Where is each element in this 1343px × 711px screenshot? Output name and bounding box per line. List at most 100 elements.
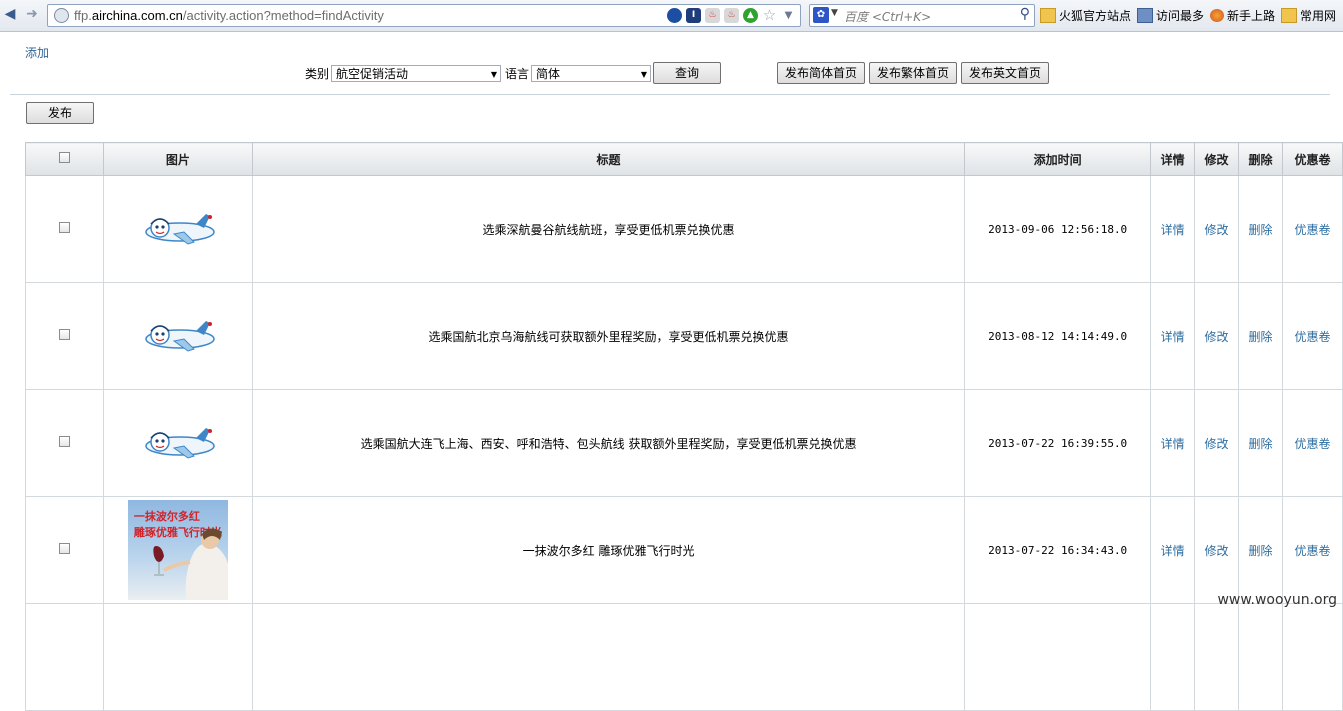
delete-link[interactable]: 删除 bbox=[1249, 223, 1273, 237]
select-all-checkbox[interactable] bbox=[58, 152, 70, 163]
table-row: 一抹波尔多红 雕琢优雅飞行时光 一抹波尔多红 雕琢优雅飞行时光 2013-07-… bbox=[25, 496, 1343, 604]
header-delete: 删除 bbox=[1238, 142, 1283, 176]
bookmark-getting-started[interactable]: 新手上路 bbox=[1210, 7, 1275, 24]
row-time: 2013-07-22 16:39:55.0 bbox=[964, 389, 1152, 497]
wine-poster-image: 一抹波尔多红 雕琢优雅飞行时光 bbox=[127, 500, 228, 600]
bookmark-most-visited[interactable]: 访问最多 bbox=[1137, 7, 1204, 24]
search-icon[interactable]: ⚲ bbox=[1020, 6, 1030, 22]
row-checkbox[interactable] bbox=[58, 222, 70, 233]
row-time: 2013-08-12 14:14:49.0 bbox=[964, 282, 1152, 390]
url-host: airchina.com.cn bbox=[91, 8, 183, 23]
coupon-link[interactable]: 优惠卷 bbox=[1294, 330, 1330, 344]
row-checkbox[interactable] bbox=[58, 543, 70, 554]
bookmarks-bar: 火狐官方站点 访问最多 新手上路 常用网 bbox=[1040, 6, 1336, 24]
coupon-link[interactable]: 优惠卷 bbox=[1294, 544, 1330, 558]
search-bar[interactable]: ✿ ▼ 百度 <Ctrl+K> ⚲ bbox=[809, 4, 1035, 27]
browser-toolbar: ◀ ➜ ffp.airchina.com.cn/activity.action?… bbox=[0, 0, 1343, 32]
details-link[interactable]: 详情 bbox=[1161, 330, 1185, 344]
delete-link[interactable]: 删除 bbox=[1249, 330, 1273, 344]
publish-traditional-button[interactable]: 发布繁体首页 bbox=[869, 62, 957, 84]
header-coupon: 优惠卷 bbox=[1282, 142, 1343, 176]
add-link[interactable]: 添加 bbox=[25, 44, 49, 61]
address-url[interactable]: ffp.airchina.com.cn/activity.action?meth… bbox=[74, 8, 384, 23]
plane-mascot-icon bbox=[145, 213, 215, 245]
plane-mascot-icon bbox=[145, 320, 215, 352]
category-select[interactable]: 航空促销活动 ▼ bbox=[331, 64, 502, 82]
publish-button[interactable]: 发布 bbox=[26, 102, 94, 124]
publish-english-button[interactable]: 发布英文首页 bbox=[961, 62, 1049, 84]
bookmark-label: 常用网 bbox=[1300, 8, 1337, 23]
edit-link[interactable]: 修改 bbox=[1205, 544, 1229, 558]
edit-link[interactable]: 修改 bbox=[1205, 223, 1229, 237]
java-icon[interactable]: ♨ bbox=[705, 8, 720, 23]
go-icon[interactable]: ▲ bbox=[743, 8, 758, 23]
table-row: 选乘国航大连飞上海、西安、呼和浩特、包头航线 获取额外里程奖励，享受更低机票兑换… bbox=[25, 389, 1343, 497]
filter-bar: 类别 航空促销活动 ▼ 语言 简体 ▼ bbox=[305, 62, 652, 84]
chevron-down-icon: ▼ bbox=[490, 69, 498, 79]
delete-link[interactable]: 删除 bbox=[1249, 437, 1273, 451]
row-time: 2013-09-06 12:56:18.0 bbox=[964, 175, 1152, 283]
query-button[interactable]: 查询 bbox=[653, 62, 721, 84]
category-value: 航空促销活动 bbox=[336, 66, 409, 81]
star-bookmark-icon[interactable]: ☆ bbox=[762, 8, 777, 23]
header-added-time: 添加时间 bbox=[964, 142, 1152, 176]
dropdown-arrow-icon[interactable]: ▼ bbox=[781, 8, 796, 23]
row-checkbox[interactable] bbox=[58, 329, 70, 340]
most-visited-icon bbox=[1137, 7, 1154, 23]
details-link[interactable]: 详情 bbox=[1161, 544, 1185, 558]
row-title: 一抹波尔多红 雕琢优雅飞行时光 bbox=[251, 496, 966, 604]
table-row: 选乘国航北京乌海航线可获取额外里程奖励，享受更低机票兑换优惠 2013-08-1… bbox=[25, 282, 1343, 390]
forward-arrow-icon[interactable]: ➜ bbox=[24, 6, 40, 22]
details-link[interactable]: 详情 bbox=[1161, 437, 1185, 451]
url-icons: I ♨ ♨ ▲ ☆ ▼ bbox=[667, 7, 796, 24]
bookmark-label: 新手上路 bbox=[1227, 8, 1276, 23]
row-checkbox[interactable] bbox=[58, 436, 70, 447]
row-time: 2013-07-22 16:34:43.0 bbox=[964, 496, 1152, 604]
bookmark-label: 访问最多 bbox=[1156, 8, 1205, 23]
bookmark-common[interactable]: 常用网 bbox=[1281, 7, 1336, 24]
engine-dropdown-icon[interactable]: ▼ bbox=[831, 8, 838, 18]
header-select-all[interactable] bbox=[25, 142, 104, 176]
delete-link[interactable]: 删除 bbox=[1249, 544, 1273, 558]
edit-link[interactable]: 修改 bbox=[1205, 437, 1229, 451]
folder-icon bbox=[1040, 7, 1056, 23]
divider bbox=[10, 94, 1330, 95]
category-label: 类别 bbox=[305, 66, 330, 81]
row-title: 选乘深航曼谷航线航班，享受更低机票兑换优惠 bbox=[251, 175, 966, 283]
row-title: 选乘国航大连飞上海、西安、呼和浩特、包头航线 获取额外里程奖励，享受更低机票兑换… bbox=[251, 389, 966, 497]
address-bar[interactable]: ffp.airchina.com.cn/activity.action?meth… bbox=[47, 4, 801, 27]
bookmark-label: 火狐官方站点 bbox=[1059, 8, 1132, 23]
header-title: 标题 bbox=[251, 142, 966, 176]
back-arrow-icon[interactable]: ◀ bbox=[2, 6, 18, 22]
watermark: www.wooyun.org bbox=[1217, 592, 1337, 608]
coupon-link[interactable]: 优惠卷 bbox=[1294, 437, 1330, 451]
header-edit: 修改 bbox=[1194, 142, 1240, 176]
url-path: /activity.action?method=findActivity bbox=[182, 8, 384, 23]
plane-mascot-icon bbox=[145, 427, 215, 459]
language-select[interactable]: 简体 ▼ bbox=[531, 64, 652, 82]
table-row-partial bbox=[25, 603, 1343, 711]
coupon-link[interactable]: 优惠卷 bbox=[1294, 223, 1330, 237]
globe-icon bbox=[54, 8, 69, 23]
search-placeholder: 百度 <Ctrl+K> bbox=[844, 10, 932, 24]
edit-link[interactable]: 修改 bbox=[1205, 330, 1229, 344]
activity-table: 图片 标题 添加时间 详情 修改 删除 优惠卷 选乘深航曼谷航线航班，享受更低机… bbox=[25, 142, 1343, 711]
details-link[interactable]: 详情 bbox=[1161, 223, 1185, 237]
publish-simplified-button[interactable]: 发布简体首页 bbox=[777, 62, 865, 84]
java-icon-2[interactable]: ♨ bbox=[724, 8, 739, 23]
folder-icon bbox=[1281, 7, 1298, 23]
table-header-row: 图片 标题 添加时间 详情 修改 删除 优惠卷 bbox=[25, 142, 1343, 176]
bookmark-firefox-site[interactable]: 火狐官方站点 bbox=[1040, 7, 1131, 24]
table-row: 选乘深航曼谷航线航班，享受更低机票兑换优惠 2013-09-06 12:56:1… bbox=[25, 175, 1343, 283]
url-prefix: ffp. bbox=[74, 8, 92, 23]
ibm-icon[interactable]: I bbox=[686, 8, 701, 23]
header-image: 图片 bbox=[102, 142, 253, 176]
firefox-icon bbox=[1210, 8, 1225, 22]
baidu-icon[interactable]: ✿ bbox=[813, 7, 829, 23]
language-value: 简体 bbox=[536, 66, 561, 81]
moon-icon[interactable] bbox=[667, 8, 682, 23]
language-label: 语言 bbox=[505, 66, 530, 81]
chevron-down-icon: ▼ bbox=[640, 69, 648, 79]
row-title: 选乘国航北京乌海航线可获取额外里程奖励，享受更低机票兑换优惠 bbox=[251, 282, 966, 390]
header-details: 详情 bbox=[1150, 142, 1196, 176]
